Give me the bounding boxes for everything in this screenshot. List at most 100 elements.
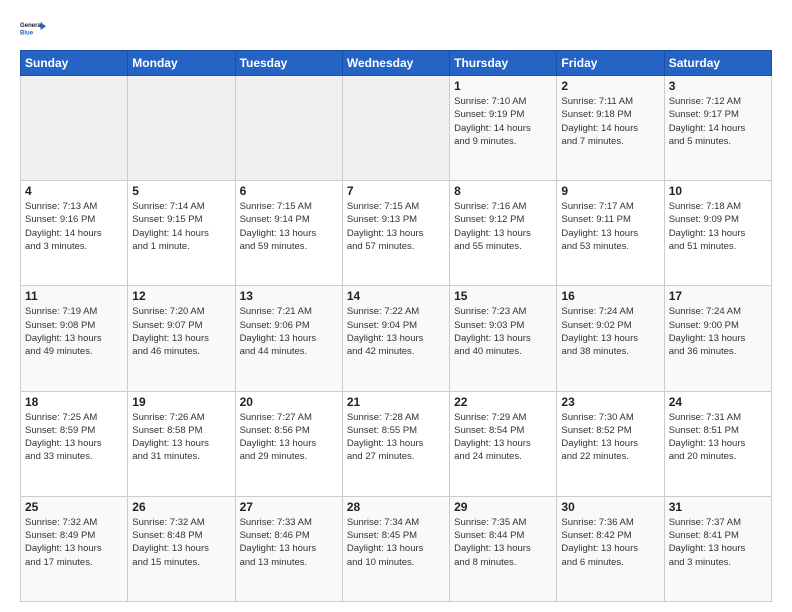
day-cell: [342, 76, 449, 181]
day-cell: 11 Sunrise: 7:19 AM Sunset: 9:08 PM Dayli…: [21, 286, 128, 391]
day-info: Sunrise: 7:12 AM Sunset: 9:17 PM Dayligh…: [669, 95, 767, 148]
day-info: Sunrise: 7:29 AM Sunset: 8:54 PM Dayligh…: [454, 411, 552, 464]
day-info: Sunrise: 7:37 AM Sunset: 8:41 PM Dayligh…: [669, 516, 767, 569]
day-cell: 27 Sunrise: 7:33 AM Sunset: 8:46 PM Dayli…: [235, 496, 342, 601]
day-cell: 22 Sunrise: 7:29 AM Sunset: 8:54 PM Dayli…: [450, 391, 557, 496]
day-cell: 7 Sunrise: 7:15 AM Sunset: 9:13 PM Daylig…: [342, 181, 449, 286]
day-cell: [235, 76, 342, 181]
day-cell: 28 Sunrise: 7:34 AM Sunset: 8:45 PM Dayli…: [342, 496, 449, 601]
col-header-saturday: Saturday: [664, 51, 771, 76]
day-number: 1: [454, 79, 552, 93]
week-row-3: 11 Sunrise: 7:19 AM Sunset: 9:08 PM Dayli…: [21, 286, 772, 391]
day-info: Sunrise: 7:33 AM Sunset: 8:46 PM Dayligh…: [240, 516, 338, 569]
day-cell: 29Sunrise: 7:35 AM Sunset: 8:44 PM Dayli…: [450, 496, 557, 601]
day-info: Sunrise: 7:25 AM Sunset: 8:59 PM Dayligh…: [25, 411, 123, 464]
day-number: 29: [454, 500, 552, 514]
day-cell: 26 Sunrise: 7:32 AM Sunset: 8:48 PM Dayli…: [128, 496, 235, 601]
day-cell: 10 Sunrise: 7:18 AM Sunset: 9:09 PM Dayli…: [664, 181, 771, 286]
day-number: 18: [25, 395, 123, 409]
day-cell: 13 Sunrise: 7:21 AM Sunset: 9:06 PM Dayli…: [235, 286, 342, 391]
day-number: 28: [347, 500, 445, 514]
day-number: 6: [240, 184, 338, 198]
day-info: Sunrise: 7:34 AM Sunset: 8:45 PM Dayligh…: [347, 516, 445, 569]
day-info: Sunrise: 7:18 AM Sunset: 9:09 PM Dayligh…: [669, 200, 767, 253]
day-info: Sunrise: 7:16 AM Sunset: 9:12 PM Dayligh…: [454, 200, 552, 253]
day-info: Sunrise: 7:21 AM Sunset: 9:06 PM Dayligh…: [240, 305, 338, 358]
day-info: Sunrise: 7:30 AM Sunset: 8:52 PM Dayligh…: [561, 411, 659, 464]
day-info: Sunrise: 7:23 AM Sunset: 9:03 PM Dayligh…: [454, 305, 552, 358]
col-header-tuesday: Tuesday: [235, 51, 342, 76]
logo: General Blue: [20, 16, 48, 44]
day-info: Sunrise: 7:22 AM Sunset: 9:04 PM Dayligh…: [347, 305, 445, 358]
day-info: Sunrise: 7:26 AM Sunset: 8:58 PM Dayligh…: [132, 411, 230, 464]
day-number: 10: [669, 184, 767, 198]
day-cell: [128, 76, 235, 181]
day-cell: 20Sunrise: 7:27 AM Sunset: 8:56 PM Dayli…: [235, 391, 342, 496]
week-row-5: 25 Sunrise: 7:32 AM Sunset: 8:49 PM Dayli…: [21, 496, 772, 601]
day-info: Sunrise: 7:13 AM Sunset: 9:16 PM Dayligh…: [25, 200, 123, 253]
logo-icon: General Blue: [20, 16, 48, 44]
day-number: 15: [454, 289, 552, 303]
day-number: 25: [25, 500, 123, 514]
day-number: 4: [25, 184, 123, 198]
day-info: Sunrise: 7:17 AM Sunset: 9:11 PM Dayligh…: [561, 200, 659, 253]
day-info: Sunrise: 7:10 AM Sunset: 9:19 PM Dayligh…: [454, 95, 552, 148]
day-cell: 14 Sunrise: 7:22 AM Sunset: 9:04 PM Dayli…: [342, 286, 449, 391]
day-cell: 31 Sunrise: 7:37 AM Sunset: 8:41 PM Dayli…: [664, 496, 771, 601]
col-header-friday: Friday: [557, 51, 664, 76]
day-info: Sunrise: 7:36 AM Sunset: 8:42 PM Dayligh…: [561, 516, 659, 569]
day-number: 31: [669, 500, 767, 514]
week-row-2: 4 Sunrise: 7:13 AM Sunset: 9:16 PM Daylig…: [21, 181, 772, 286]
day-number: 13: [240, 289, 338, 303]
col-header-monday: Monday: [128, 51, 235, 76]
day-number: 22: [454, 395, 552, 409]
day-info: Sunrise: 7:28 AM Sunset: 8:55 PM Dayligh…: [347, 411, 445, 464]
col-header-sunday: Sunday: [21, 51, 128, 76]
day-cell: 6 Sunrise: 7:15 AM Sunset: 9:14 PM Daylig…: [235, 181, 342, 286]
day-cell: 4 Sunrise: 7:13 AM Sunset: 9:16 PM Daylig…: [21, 181, 128, 286]
day-number: 8: [454, 184, 552, 198]
day-number: 24: [669, 395, 767, 409]
day-number: 27: [240, 500, 338, 514]
col-header-wednesday: Wednesday: [342, 51, 449, 76]
day-number: 26: [132, 500, 230, 514]
day-info: Sunrise: 7:31 AM Sunset: 8:51 PM Dayligh…: [669, 411, 767, 464]
day-cell: 3 Sunrise: 7:12 AM Sunset: 9:17 PM Daylig…: [664, 76, 771, 181]
day-number: 14: [347, 289, 445, 303]
day-cell: 2Sunrise: 7:11 AM Sunset: 9:18 PM Daylig…: [557, 76, 664, 181]
header: General Blue: [20, 16, 772, 44]
day-number: 9: [561, 184, 659, 198]
day-number: 11: [25, 289, 123, 303]
day-number: 19: [132, 395, 230, 409]
day-cell: 23Sunrise: 7:30 AM Sunset: 8:52 PM Dayli…: [557, 391, 664, 496]
day-info: Sunrise: 7:24 AM Sunset: 9:00 PM Dayligh…: [669, 305, 767, 358]
day-number: 17: [669, 289, 767, 303]
day-cell: 5Sunrise: 7:14 AM Sunset: 9:15 PM Daylig…: [128, 181, 235, 286]
day-cell: 16Sunrise: 7:24 AM Sunset: 9:02 PM Dayli…: [557, 286, 664, 391]
svg-text:Blue: Blue: [20, 31, 34, 37]
day-info: Sunrise: 7:20 AM Sunset: 9:07 PM Dayligh…: [132, 305, 230, 358]
day-cell: 15 Sunrise: 7:23 AM Sunset: 9:03 PM Dayli…: [450, 286, 557, 391]
day-info: Sunrise: 7:15 AM Sunset: 9:14 PM Dayligh…: [240, 200, 338, 253]
day-number: 30: [561, 500, 659, 514]
day-info: Sunrise: 7:24 AM Sunset: 9:02 PM Dayligh…: [561, 305, 659, 358]
day-cell: 25 Sunrise: 7:32 AM Sunset: 8:49 PM Dayli…: [21, 496, 128, 601]
day-cell: 19 Sunrise: 7:26 AM Sunset: 8:58 PM Dayli…: [128, 391, 235, 496]
day-info: Sunrise: 7:32 AM Sunset: 8:49 PM Dayligh…: [25, 516, 123, 569]
day-info: Sunrise: 7:32 AM Sunset: 8:48 PM Dayligh…: [132, 516, 230, 569]
page: General Blue SundayMondayTuesdayWednesday…: [0, 0, 792, 612]
day-cell: 18 Sunrise: 7:25 AM Sunset: 8:59 PM Dayli…: [21, 391, 128, 496]
day-number: 3: [669, 79, 767, 93]
calendar-table: SundayMondayTuesdayWednesdayThursdayFrid…: [20, 50, 772, 602]
col-header-thursday: Thursday: [450, 51, 557, 76]
day-info: Sunrise: 7:15 AM Sunset: 9:13 PM Dayligh…: [347, 200, 445, 253]
day-info: Sunrise: 7:19 AM Sunset: 9:08 PM Dayligh…: [25, 305, 123, 358]
day-cell: 17 Sunrise: 7:24 AM Sunset: 9:00 PM Dayli…: [664, 286, 771, 391]
day-cell: 21Sunrise: 7:28 AM Sunset: 8:55 PM Dayli…: [342, 391, 449, 496]
svg-text:General: General: [20, 23, 43, 29]
week-row-4: 18 Sunrise: 7:25 AM Sunset: 8:59 PM Dayli…: [21, 391, 772, 496]
day-number: 2: [561, 79, 659, 93]
day-cell: 9 Sunrise: 7:17 AM Sunset: 9:11 PM Daylig…: [557, 181, 664, 286]
day-number: 7: [347, 184, 445, 198]
day-info: Sunrise: 7:14 AM Sunset: 9:15 PM Dayligh…: [132, 200, 230, 253]
